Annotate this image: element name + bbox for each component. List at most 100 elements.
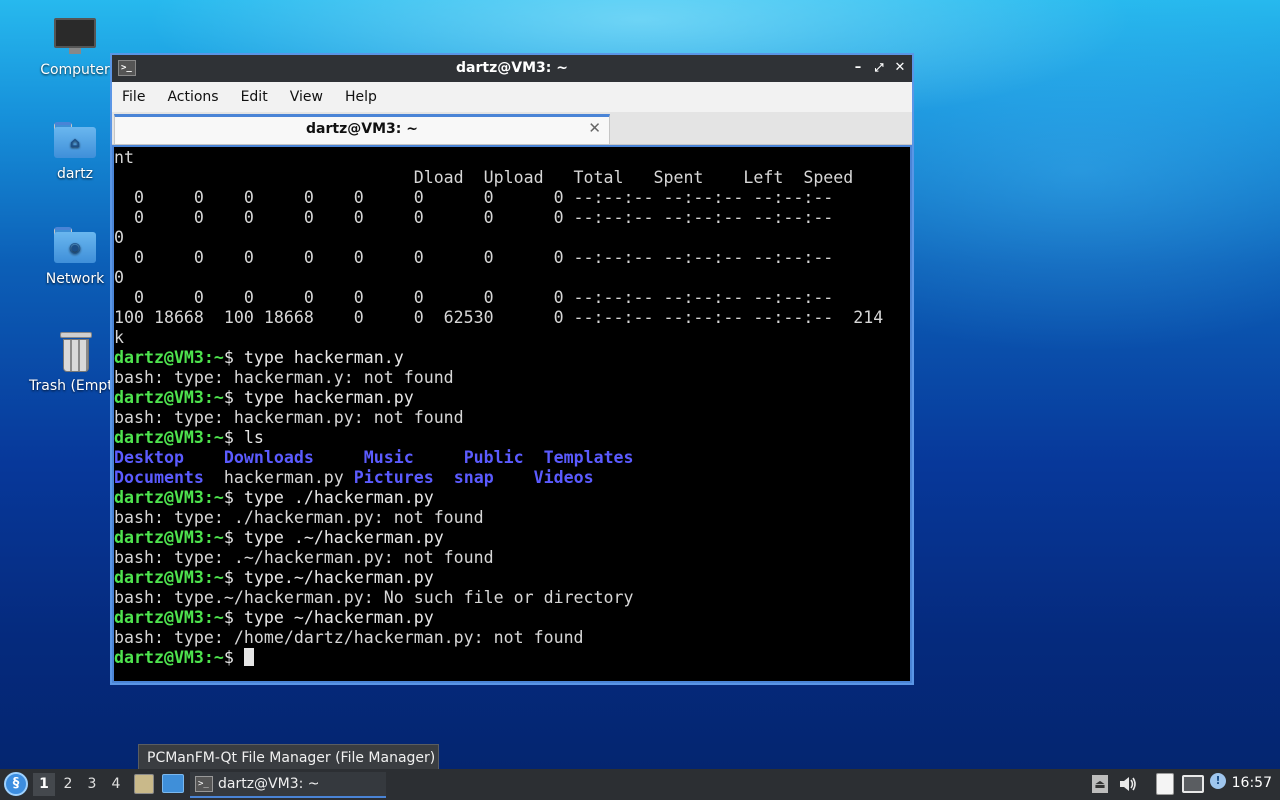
- ls-directory: Downloads: [223, 448, 314, 467]
- prompt-user: dartz@VM3: [114, 348, 204, 367]
- terminal-line: dartz@VM3:~$ type hackerman.py: [114, 388, 910, 408]
- prompt-path: :~: [203, 348, 224, 367]
- terminal-line: k: [114, 328, 910, 348]
- ls-directory: Videos: [533, 468, 594, 487]
- tab-label: dartz@VM3: ~: [306, 121, 418, 137]
- terminal-line: dartz@VM3:~$ type.~/hackerman.py: [114, 568, 910, 588]
- ls-directory: Documents: [114, 468, 204, 487]
- computer-icon: [54, 18, 96, 54]
- prompt-user: dartz@VM3: [114, 428, 204, 447]
- command-text: type hackerman.y: [243, 348, 404, 367]
- terminal-line: bash: type: hackerman.y: not found: [114, 368, 910, 388]
- prompt-symbol: $: [223, 348, 244, 367]
- maximize-button[interactable]: ⤢: [871, 59, 887, 77]
- workspace-4[interactable]: 4: [105, 773, 127, 796]
- workspace-1[interactable]: 1: [33, 773, 55, 796]
- ls-directory: Desktop: [114, 448, 184, 467]
- prompt-user: dartz@VM3: [114, 608, 204, 627]
- task-label: dartz@VM3: ~: [218, 776, 320, 792]
- clipboard-icon[interactable]: [1156, 773, 1174, 795]
- workspace-3[interactable]: 3: [81, 773, 103, 796]
- minimize-button[interactable]: –: [850, 59, 866, 77]
- tab-terminal[interactable]: dartz@VM3: ~ ✕: [114, 114, 610, 145]
- terminal-line: bash: type.~/hackerman.py: No such file …: [114, 588, 910, 608]
- terminal-line: bash: type: ./hackerman.py: not found: [114, 508, 910, 528]
- close-button[interactable]: ✕: [892, 59, 908, 77]
- menu-actions[interactable]: Actions: [167, 89, 218, 105]
- prompt-symbol: $: [223, 528, 244, 547]
- terminal-line: 0 0 0 0 0 0 0 0 --:--:-- --:--:-- --:--:…: [114, 208, 910, 228]
- ls-directory: snap: [453, 468, 494, 487]
- file-manager-launcher-icon[interactable]: [134, 774, 154, 794]
- volume-icon[interactable]: [1118, 774, 1138, 798]
- prompt-symbol: $: [223, 428, 244, 447]
- output-text: k: [114, 328, 124, 347]
- ls-directory: Public: [463, 448, 524, 467]
- prompt-symbol: $: [223, 388, 244, 407]
- menu-view[interactable]: View: [290, 89, 323, 105]
- prompt-path: :~: [203, 488, 224, 507]
- ls-directory: Pictures: [353, 468, 434, 487]
- command-text: ls: [243, 428, 264, 447]
- trash-icon: [58, 332, 94, 372]
- prompt-symbol: $: [223, 608, 244, 627]
- output-text: 0 0 0 0 0 0 0 0 --:--:-- --:--:-- --:--:…: [114, 248, 834, 267]
- prompt-user: dartz@VM3: [114, 388, 204, 407]
- prompt-user: dartz@VM3: [114, 568, 204, 587]
- output-text: 0 0 0 0 0 0 0 0 --:--:-- --:--:-- --:--:…: [114, 188, 834, 207]
- prompt-user: dartz@VM3: [114, 648, 204, 667]
- show-desktop-icon[interactable]: [162, 774, 184, 793]
- prompt-path: :~: [203, 608, 224, 627]
- terminal-line: 0: [114, 228, 910, 248]
- output-text: 0: [114, 228, 124, 247]
- tab-bar: dartz@VM3: ~ ✕: [112, 112, 912, 145]
- command-text: type .~/hackerman.py: [243, 528, 444, 547]
- tab-close-icon[interactable]: ✕: [588, 119, 601, 137]
- prompt-user: dartz@VM3: [114, 528, 204, 547]
- output-text: Dload Upload Total Spent Left Speed: [114, 168, 854, 187]
- window-titlebar[interactable]: >_ dartz@VM3: ~ – ⤢ ✕: [112, 55, 912, 82]
- prompt-path: :~: [203, 648, 224, 667]
- desktop-icon-label: Trash (Empt: [29, 378, 113, 394]
- output-text: 0 0 0 0 0 0 0 0 --:--:-- --:--:-- --:--:…: [114, 208, 834, 227]
- output-text: 0 0 0 0 0 0 0 0 --:--:-- --:--:-- --:--:…: [114, 288, 834, 307]
- workspace-2[interactable]: 2: [57, 773, 79, 796]
- menu-file[interactable]: File: [122, 89, 145, 105]
- terminal-line: dartz@VM3:~$ type .~/hackerman.py: [114, 528, 910, 548]
- terminal-line: dartz@VM3:~$ type hackerman.y: [114, 348, 910, 368]
- ls-directory: Music: [363, 448, 414, 467]
- command-text: type ./hackerman.py: [243, 488, 434, 507]
- clock[interactable]: 16:57: [1232, 775, 1272, 791]
- start-menu-icon[interactable]: §: [4, 772, 28, 796]
- output-text: bash: type: ./hackerman.py: not found: [114, 508, 484, 527]
- terminal-line: Dload Upload Total Spent Left Speed: [114, 168, 910, 188]
- terminal-line: 0 0 0 0 0 0 0 0 --:--:-- --:--:-- --:--:…: [114, 248, 910, 268]
- output-text: 100 18668 100 18668 0 0 62530 0 --:--:--…: [114, 308, 884, 327]
- terminal-line: dartz@VM3:~$ type ~/hackerman.py: [114, 608, 910, 628]
- output-text: bash: type: /home/dartz/hackerman.py: no…: [114, 628, 584, 647]
- command-text: type.~/hackerman.py: [243, 568, 434, 587]
- output-text: bash: type.~/hackerman.py: No such file …: [114, 588, 634, 607]
- menu-edit[interactable]: Edit: [241, 89, 268, 105]
- taskbar: § 1 2 3 4 >_ dartz@VM3: ~ ⏏ ! 16:57: [0, 769, 1280, 800]
- terminal-line: nt: [114, 148, 910, 168]
- updates-icon[interactable]: !: [1210, 773, 1226, 789]
- prompt-symbol: $: [223, 568, 244, 587]
- output-text: nt: [114, 148, 134, 167]
- eject-icon[interactable]: ⏏: [1092, 775, 1108, 793]
- command-text: type ~/hackerman.py: [243, 608, 434, 627]
- menu-bar: File Actions Edit View Help: [112, 82, 912, 112]
- command-text: type hackerman.py: [243, 388, 414, 407]
- terminal-window: >_ dartz@VM3: ~ – ⤢ ✕ File Actions Edit …: [110, 53, 914, 685]
- terminal-line: Documents hackerman.py Pictures snap Vid…: [114, 468, 910, 488]
- desktop-icon-trash[interactable]: Trash (Empt: [25, 332, 115, 394]
- taskbar-task-terminal[interactable]: >_ dartz@VM3: ~: [190, 772, 386, 798]
- prompt-path: :~: [203, 388, 224, 407]
- menu-help[interactable]: Help: [345, 89, 377, 105]
- terminal-output[interactable]: nt Dload Upload Total Spent Left Speed 0…: [114, 147, 910, 681]
- terminal-line: dartz@VM3:~$: [114, 648, 910, 668]
- output-text: bash: type: hackerman.y: not found: [114, 368, 454, 387]
- terminal-line: 100 18668 100 18668 0 0 62530 0 --:--:--…: [114, 308, 910, 328]
- home-folder-icon: ⌂: [54, 122, 96, 158]
- network-icon[interactable]: [1182, 775, 1204, 793]
